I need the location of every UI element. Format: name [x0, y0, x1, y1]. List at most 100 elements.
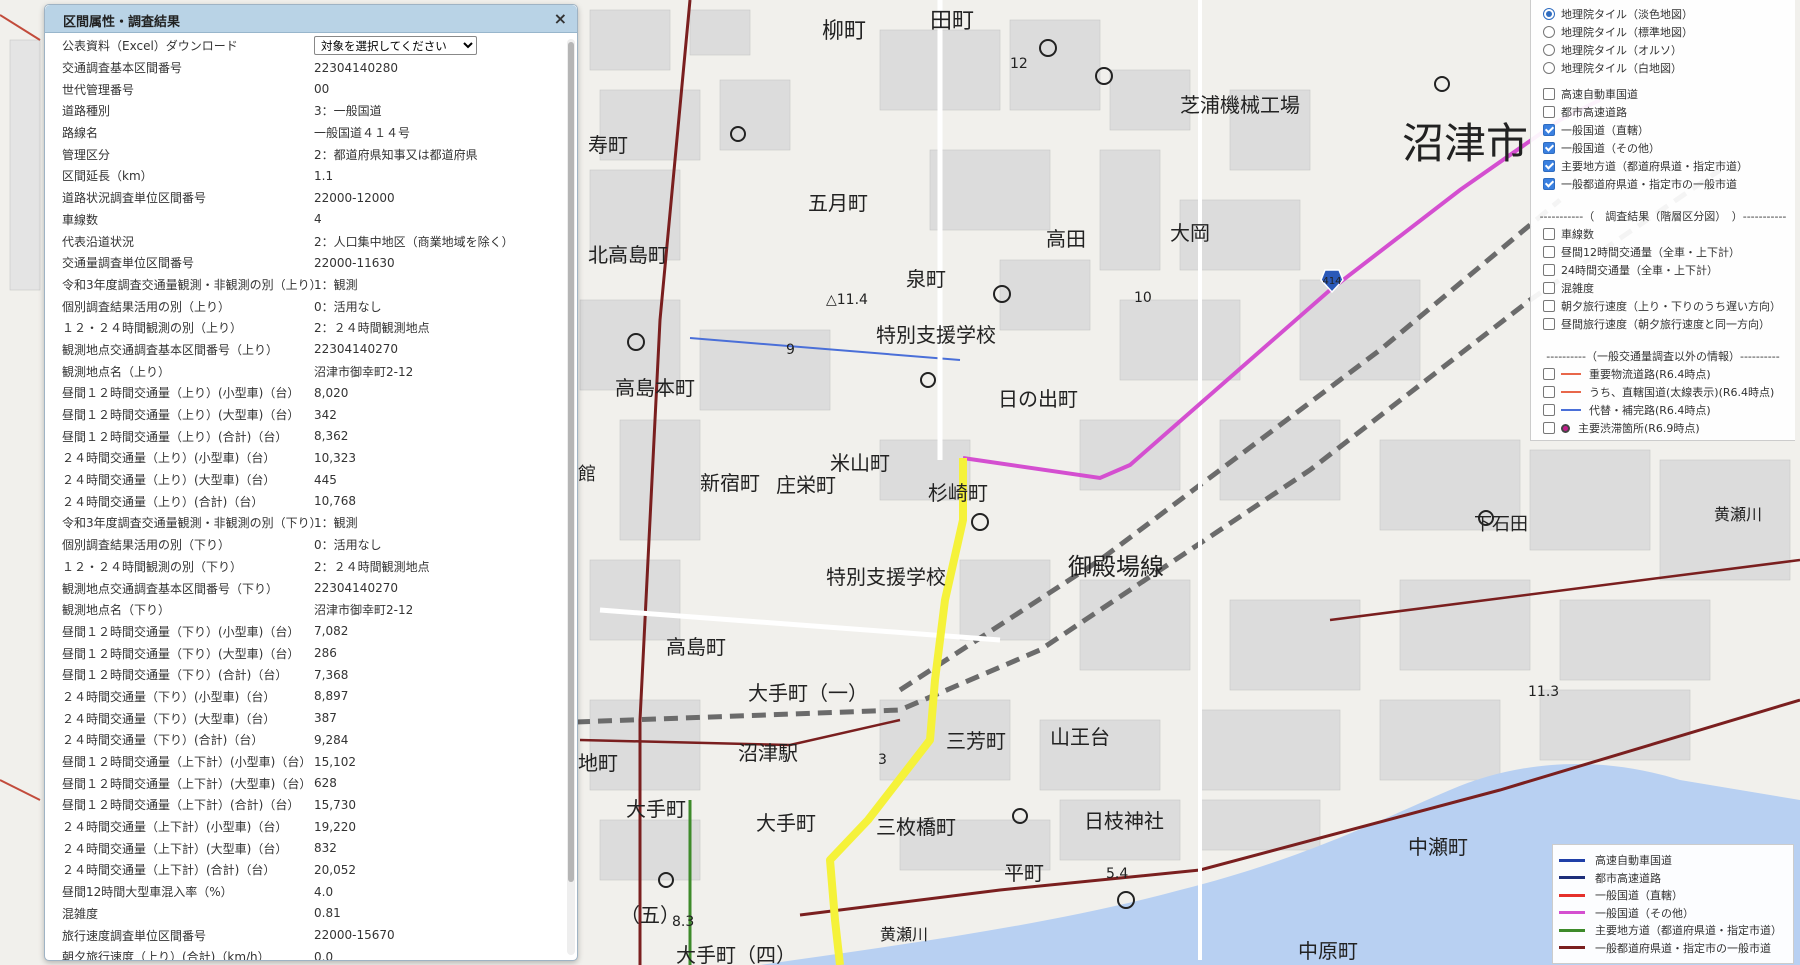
checkbox[interactable]: [1543, 422, 1555, 434]
attribute-value: 7,368: [314, 667, 349, 682]
checkbox[interactable]: [1543, 124, 1555, 136]
label-hiramachi: 平町: [1004, 861, 1044, 885]
checkbox[interactable]: [1543, 300, 1555, 312]
attribute-key: ２４時間交通量（上下計）(合計)（台）: [62, 863, 276, 878]
other-info-section-header: ----------（一般交通量調査以外の情報）----------: [1546, 350, 1780, 363]
attribute-key: ２４時間交通量（下り）(合計)（台）: [62, 733, 264, 748]
attribute-value: 0.0: [314, 949, 334, 960]
attribute-key: 昼間１２時間交通量（下り）(大型車)（台）: [62, 646, 300, 661]
radio-button[interactable]: [1543, 44, 1555, 56]
layer-label: 昼間旅行速度（朝夕旅行速度と同一方向）: [1561, 318, 1770, 331]
attribute-panel-title: 区間属性・調査結果: [63, 15, 181, 30]
attribute-value: 2：２４時間観測地点: [314, 321, 430, 336]
attribute-row: 道路状況調査単位区間番号 22000-12000: [45, 187, 565, 209]
elev-11-4: △11.4: [826, 292, 868, 308]
layer-label: 重要物流道路(R6.4時点): [1589, 368, 1711, 381]
survey-layer-option[interactable]: 昼間旅行速度（朝夕旅行速度と同一方向）: [1543, 316, 1770, 332]
attribute-key: ２４時間交通量（上下計）(小型車)（台）: [62, 820, 288, 835]
excel-download-select[interactable]: 対象を選択してください: [314, 36, 477, 56]
road-layer-option[interactable]: 都市高速道路: [1543, 104, 1627, 120]
road-layer-option[interactable]: 一般都道府県道・指定市の一般市道: [1543, 176, 1737, 192]
layer-label: 主要地方道（都道府県道・指定市道）: [1561, 160, 1748, 173]
close-icon[interactable]: ×: [554, 9, 567, 28]
label-yoneyamacho: 米山町: [830, 451, 890, 475]
attribute-row: 観測地点名（下り） 沼津市御幸町2-12: [45, 599, 565, 621]
elev-3: 3: [878, 752, 887, 768]
road-layer-option[interactable]: 一般国道（直轄）: [1543, 122, 1649, 138]
attribute-value: 1：観測: [314, 516, 358, 531]
attribute-key: ２４時間交通量（下り）(小型車)（台）: [62, 689, 276, 704]
checkbox[interactable]: [1543, 246, 1555, 258]
survey-layer-option[interactable]: 昼間12時間交通量（全車・上下計）: [1543, 244, 1740, 260]
radio-button[interactable]: [1543, 8, 1555, 20]
tile-option[interactable]: 地理院タイル（白地図）: [1543, 60, 1682, 76]
attribute-value: 2：人口集中地区（商業地域を除く）: [314, 234, 514, 249]
road-layer-option[interactable]: 高速自動車国道: [1543, 86, 1638, 102]
attribute-row: 管理区分 2：都道府県知事又は都道府県: [45, 143, 565, 165]
checkbox[interactable]: [1543, 404, 1555, 416]
scrollbar-thumb[interactable]: [568, 42, 574, 882]
checkbox[interactable]: [1543, 282, 1555, 294]
survey-layer-option[interactable]: 24時間交通量（全車・上下計）: [1543, 262, 1718, 278]
checkbox[interactable]: [1543, 106, 1555, 118]
other-layer-option[interactable]: うち、直轄国道(太線表示)(R6.4時点): [1543, 384, 1774, 400]
other-layer-option[interactable]: 重要物流道路(R6.4時点): [1543, 366, 1711, 382]
attribute-row: 令和3年度調査交通量観測・非観測の別（下り） 1：観測: [45, 512, 565, 534]
tile-option[interactable]: 地理院タイル（オルソ）: [1543, 42, 1682, 58]
tile-option[interactable]: 地理院タイル（淡色地図）: [1543, 6, 1693, 22]
attribute-row: 観測地点名（上り） 沼津市御幸町2-12: [45, 360, 565, 382]
attribute-row: ２４時間交通量（上り）(大型車)（台） 445: [45, 469, 565, 491]
legend-item: 主要地方道（都道府県道・指定市道）: [1559, 923, 1782, 937]
survey-layer-option[interactable]: 朝夕旅行速度（上り・下りのうち遅い方向）: [1543, 298, 1781, 314]
label-kotobukicho: 寿町: [588, 133, 628, 157]
attribute-key: ２４時間交通量（下り）(大型車)（台）: [62, 711, 276, 726]
attribute-value: 15,730: [314, 797, 356, 812]
attribute-row: 道路種別 3：一般国道: [45, 100, 565, 122]
attribute-row: 観測地点交通調査基本区間番号（下り） 22304140270: [45, 577, 565, 599]
radio-button[interactable]: [1543, 26, 1555, 38]
attribute-value: 1.1: [314, 168, 334, 183]
label-otemachi-left: 大手町: [626, 797, 686, 821]
attribute-key: 道路状況調査単位区間番号: [62, 191, 207, 206]
attribute-row: 路線名 一般国道４１４号: [45, 122, 565, 144]
label-numazu-city: 沼津市: [1402, 119, 1528, 168]
tile-option[interactable]: 地理院タイル（標準地図）: [1543, 24, 1693, 40]
attribute-key: 世代管理番号: [62, 82, 135, 97]
label-numazu-eki: 沼津駅: [738, 741, 798, 765]
attribute-value: 1：観測: [314, 277, 358, 292]
attribute-value: 2：都道府県知事又は都道府県: [314, 147, 478, 162]
road-layer-option[interactable]: 一般国道（その他）: [1543, 140, 1660, 156]
attribute-row: 昼間１２時間交通量（下り）(大型車)（台） 286: [45, 642, 565, 664]
other-layer-option[interactable]: 主要渋滞箇所(R6.9時点): [1543, 420, 1700, 436]
layer-label: 地理院タイル（白地図）: [1561, 62, 1682, 75]
attribute-key: 路線名: [62, 126, 99, 141]
road-layer-option[interactable]: 主要地方道（都道府県道・指定市道）: [1543, 158, 1748, 174]
radio-button[interactable]: [1543, 62, 1555, 74]
attribute-row: 世代管理番号 00: [45, 78, 565, 100]
checkbox[interactable]: [1543, 318, 1555, 330]
checkbox[interactable]: [1543, 88, 1555, 100]
attribute-row: 昼間１２時間交通量（下り）(合計)（台） 7,368: [45, 664, 565, 686]
attribute-panel-header[interactable]: 区間属性・調査結果 ×: [45, 5, 577, 33]
legend-item: 一般都道府県道・指定市の一般市道: [1559, 941, 1771, 955]
checkbox[interactable]: [1543, 228, 1555, 240]
checkbox[interactable]: [1543, 160, 1555, 172]
checkbox[interactable]: [1543, 178, 1555, 190]
attribute-panel-scrollbar[interactable]: [567, 39, 575, 955]
attribute-row: 交通量調査単位区間番号 22000-11630: [45, 252, 565, 274]
other-layer-option[interactable]: 代替・補完路(R6.4時点): [1543, 402, 1711, 418]
checkbox[interactable]: [1543, 142, 1555, 154]
attribute-key: 令和3年度調査交通量観測・非観測の別（上り）: [62, 277, 314, 292]
legend-item: 高速自動車国道: [1559, 853, 1672, 867]
attribute-key: 昼間１２時間交通量（上り）(大型車)（台）: [62, 408, 300, 423]
survey-layer-option[interactable]: 混雑度: [1543, 280, 1594, 296]
legend-item: 一般国道（直轄）: [1559, 888, 1683, 902]
checkbox[interactable]: [1543, 264, 1555, 276]
survey-layer-option[interactable]: 車線数: [1543, 226, 1594, 242]
attribute-row: ２４時間交通量（上り）(合計)（台） 10,768: [45, 490, 565, 512]
checkbox[interactable]: [1543, 368, 1555, 380]
label-sannodai: 山王台: [1050, 725, 1110, 749]
attribute-row: 交通調査基本区間番号 22304140280: [45, 57, 565, 79]
checkbox[interactable]: [1543, 386, 1555, 398]
attribute-row: ２４時間交通量（上下計）(合計)（台） 20,052: [45, 859, 565, 881]
